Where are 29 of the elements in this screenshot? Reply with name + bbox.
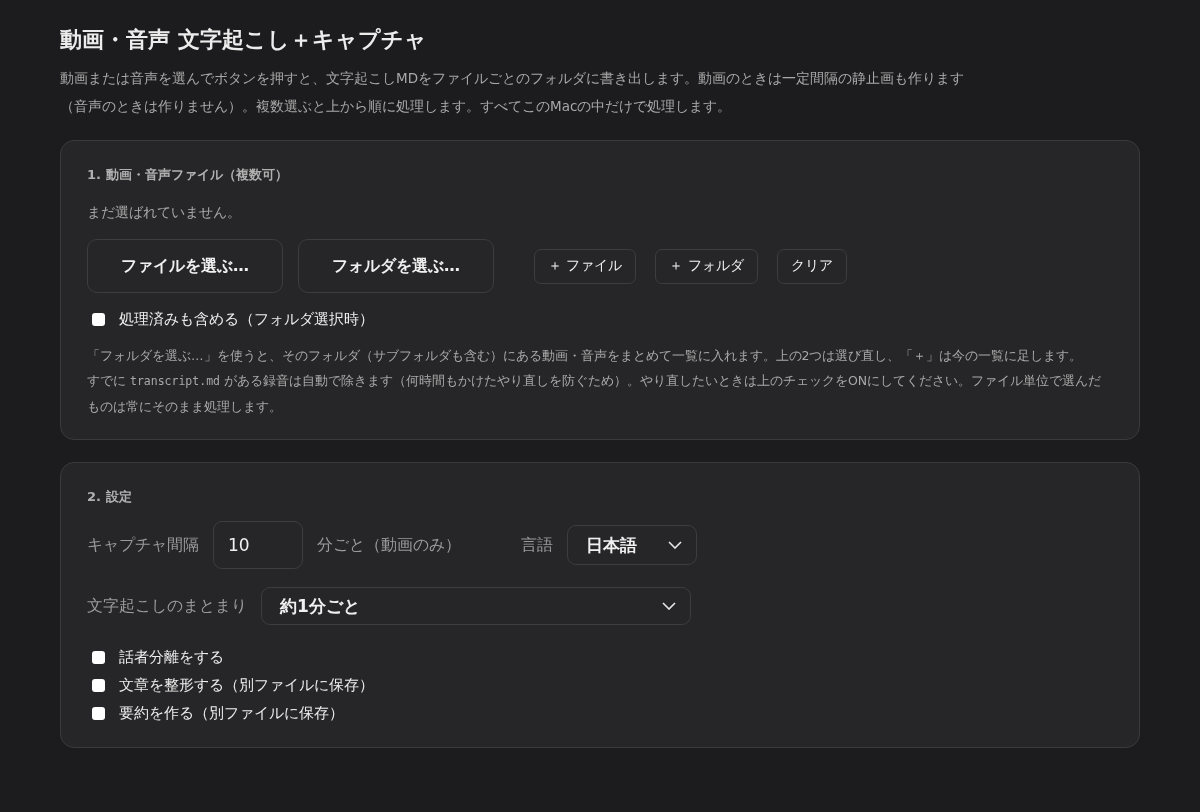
checkbox[interactable] xyxy=(92,650,105,664)
choose-button[interactable]: フォルダを選ぶ… xyxy=(298,239,494,293)
checkbox-label: 要約を作る（別ファイルに保存） xyxy=(119,703,344,724)
empty-message: まだ選ばれていません。 xyxy=(87,203,242,222)
field-label: キャプチャ間隔 xyxy=(87,534,199,556)
checkbox[interactable] xyxy=(92,706,105,720)
page-description: 動画または音声を選んでボタンを押すと、文字起こしMDをファイルごとのフォルダに書き出します。動画のときは一定間隔の静止画も作ります （音声のときは作りません）。複数選ぶと上から順に処理します。すべてこのMacの中だけで処理します。 xyxy=(60,69,966,116)
checkbox-label: 処理済みも含める（フォルダ選択時） xyxy=(119,309,374,330)
checkbox-label: 文章を整形する（別ファイルに保存） xyxy=(119,675,374,696)
add-button[interactable]: ＋ ファイル xyxy=(534,248,637,284)
chevron-down-icon xyxy=(662,602,676,610)
field-label: 言語 xyxy=(521,534,553,556)
field-label: 文字起こしのまとまり xyxy=(87,595,247,617)
help-text: すでに transcript.md がある録音は自動で除きます（何時間もかけたやり直しを防ぐため）。やり直したいときは上のチェックをONにしてください。ファイル単位で選んだものは常にそのまま処理します。 xyxy=(87,372,1103,416)
add-button[interactable]: ＋ フォルダ xyxy=(655,248,758,284)
grouping-select[interactable]: 約1分ごと xyxy=(261,587,691,625)
page-title: 動画・音声 文字起こし＋キャプチャ xyxy=(60,26,428,54)
checkbox[interactable] xyxy=(92,312,105,326)
chevron-down-icon xyxy=(668,541,682,549)
unit-label: 分ごと（動画のみ） xyxy=(317,534,461,556)
checkbox-label: 話者分離をする xyxy=(119,647,224,668)
section-heading: 2. 設定 xyxy=(87,488,133,506)
section-heading: 1. 動画・音声ファイル（複数可） xyxy=(87,166,289,184)
checkbox[interactable] xyxy=(92,678,105,692)
language-select[interactable]: 日本語 xyxy=(567,525,697,565)
interval-input[interactable]: 10 xyxy=(213,521,303,569)
add-button[interactable]: クリア xyxy=(776,248,847,284)
choose-button[interactable]: ファイルを選ぶ… xyxy=(87,239,283,293)
help-text: 「フォルダを選ぶ…」を使うと、そのフォルダ（サブフォルダも含む）にある動画・音声をまとめて一覧に入れます。上の2つは選び直し、「＋」は今の一覧に足します。 xyxy=(87,347,1084,365)
